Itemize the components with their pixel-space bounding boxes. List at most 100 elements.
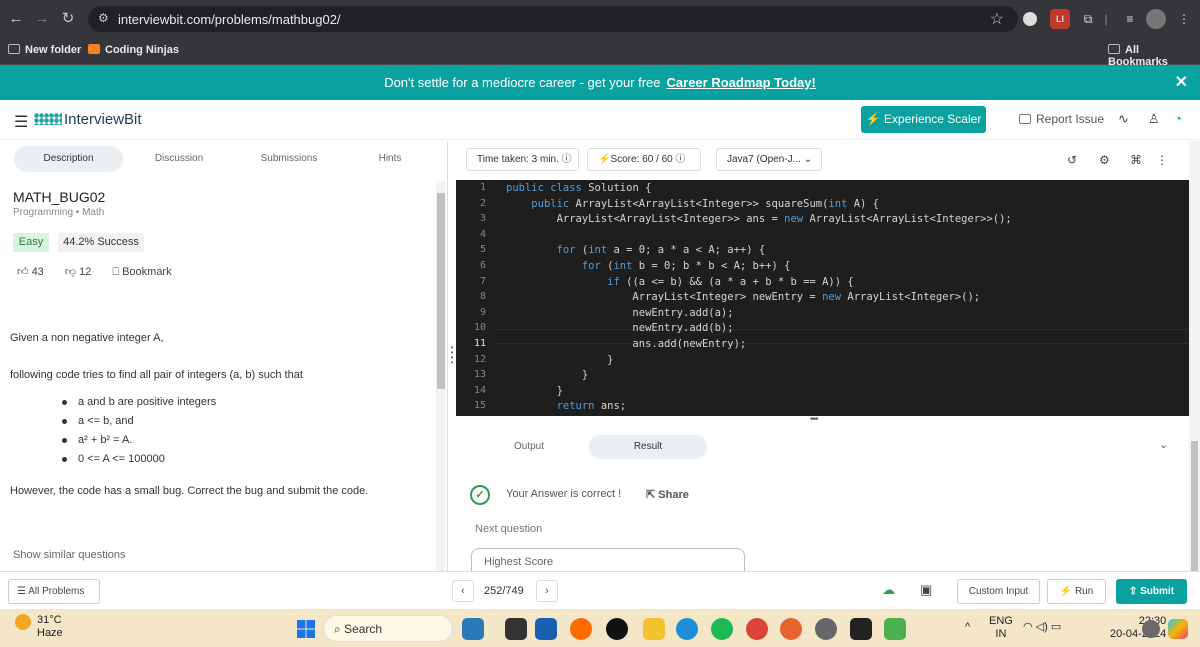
- like-button[interactable]: 👍︎ 43: [17, 266, 44, 278]
- spotify-icon[interactable]: [711, 618, 733, 640]
- scrollbar-thumb[interactable]: [1191, 441, 1198, 581]
- console-icon[interactable]: ▣: [920, 582, 932, 598]
- notification-icon[interactable]: ◔: [1174, 111, 1182, 126]
- editor-toolbar: Time taken: 3 min. ⓘ ⚡Score: 60 / 60 ⓘ J…: [456, 141, 1200, 180]
- all-problems-button[interactable]: ☰ All Problems: [8, 579, 100, 604]
- intellij-icon[interactable]: [850, 618, 872, 640]
- list-item: a <= b, and: [62, 412, 216, 431]
- code-line[interactable]: ArrayList<Integer> newEntry = new ArrayL…: [506, 291, 980, 303]
- more-options-icon[interactable]: ⋮: [1156, 153, 1168, 167]
- code-line[interactable]: for (int b = 0; b * b < A; b++) {: [506, 260, 791, 272]
- address-bar[interactable]: ⚙ interviewbit.com/problems/mathbug02/ ☆: [88, 6, 1018, 32]
- tab-result[interactable]: Result: [589, 435, 707, 459]
- bookmark-star-icon[interactable]: ☆: [990, 9, 1004, 29]
- app-orange-icon[interactable]: [780, 618, 802, 640]
- app-teams-icon[interactable]: [535, 618, 557, 640]
- file-explorer-icon[interactable]: [643, 618, 665, 640]
- notification-bell-icon[interactable]: [1142, 620, 1160, 638]
- site-info-icon[interactable]: ⚙: [98, 11, 109, 25]
- code-line[interactable]: if ((a <= b) && (a * a + b * b == A)) {: [506, 276, 854, 288]
- edge-browser-icon[interactable]: [676, 618, 698, 640]
- previous-problem-button[interactable]: ‹: [452, 580, 474, 602]
- line-number: 12: [473, 353, 486, 365]
- collapse-chevron-icon[interactable]: ⌄: [1159, 438, 1168, 451]
- right-scrollbar[interactable]: [1189, 141, 1200, 581]
- extension-li-icon[interactable]: LI: [1050, 9, 1070, 29]
- wifi-volume-battery-icons[interactable]: ◠ ◁) ▭: [1023, 621, 1061, 634]
- url-bar-row: ← → ↻ ⚙ interviewbit.com/problems/mathbu…: [0, 0, 1200, 38]
- forward-icon[interactable]: →: [32, 9, 52, 29]
- left-scrollbar[interactable]: [436, 181, 446, 571]
- back-icon[interactable]: ←: [6, 9, 26, 29]
- career-roadmap-link[interactable]: Career Roadmap Today!: [667, 75, 816, 90]
- submit-button[interactable]: ⇧ Submit: [1116, 579, 1187, 604]
- close-icon[interactable]: ✕: [1175, 65, 1188, 100]
- reset-code-icon[interactable]: ↺: [1067, 153, 1077, 167]
- next-problem-button[interactable]: ›: [536, 580, 558, 602]
- experience-scaler-button[interactable]: ⚡ Experience Scaler: [861, 106, 986, 133]
- windows-start-icon[interactable]: [297, 620, 315, 638]
- share-button[interactable]: ⇱ Share: [646, 488, 689, 501]
- list-item: 0 <= A <= 100000: [62, 450, 216, 469]
- settings-gear-icon[interactable]: ⚙: [1099, 153, 1110, 167]
- app-dell-icon[interactable]: [606, 618, 628, 640]
- cloud-sync-icon[interactable]: ☁: [882, 582, 895, 598]
- app-zoom-icon[interactable]: [570, 618, 592, 640]
- run-button[interactable]: ⚡ Run: [1047, 579, 1106, 604]
- code-line[interactable]: return ans;: [506, 400, 627, 412]
- site-header: ☰ InterviewBit ⚡ Experience Scaler Repor…: [0, 100, 1200, 140]
- scrollbar-thumb[interactable]: [437, 193, 445, 389]
- user-icon[interactable]: ♙: [1148, 111, 1160, 127]
- weather-widget[interactable]: 31°C Haze: [15, 614, 63, 640]
- copilot-icon[interactable]: [1168, 619, 1188, 639]
- code-editor[interactable]: 12345678910111213141516 public class Sol…: [456, 180, 1189, 416]
- custom-input-button[interactable]: Custom Input: [957, 579, 1040, 604]
- line-number: 6: [479, 260, 486, 271]
- bookmark-new-folder[interactable]: New folder: [8, 44, 81, 56]
- code-line[interactable]: }: [506, 385, 563, 397]
- code-keyword: new: [822, 291, 842, 304]
- code-line[interactable]: }: [506, 369, 588, 381]
- panel-resize-handle[interactable]: • • • •: [448, 344, 456, 369]
- app-terminal-icon[interactable]: [505, 618, 527, 640]
- tab-description[interactable]: Description: [14, 146, 123, 172]
- code-line[interactable]: newEntry.add(a);: [506, 307, 733, 319]
- line-number: 15: [473, 400, 486, 412]
- menu-kebab-icon[interactable]: ⋮: [1174, 9, 1194, 29]
- settings-icon[interactable]: [815, 618, 837, 640]
- app-bird-icon[interactable]: [462, 618, 484, 640]
- taskbar-search[interactable]: ⌕ Search: [323, 615, 453, 642]
- tab-hints[interactable]: Hints: [350, 146, 430, 172]
- line-number: 2: [479, 197, 486, 209]
- chevron-left-icon: ‹: [461, 585, 465, 597]
- show-similar-questions[interactable]: Show similar questions: [13, 549, 126, 561]
- report-issue-link[interactable]: Report Issue: [1019, 112, 1104, 126]
- reading-list-icon[interactable]: ≡: [1120, 9, 1140, 29]
- code-line[interactable]: ArrayList<ArrayList<Integer>> ans = new …: [506, 213, 1012, 225]
- code-line[interactable]: public ArrayList<ArrayList<Integer>> squ…: [506, 198, 879, 210]
- hamburger-menu-icon[interactable]: ☰: [14, 112, 28, 132]
- tab-output[interactable]: Output: [484, 435, 574, 459]
- code-line[interactable]: for (int a = 0; a * a < A; a++) {: [506, 244, 766, 256]
- code-line[interactable]: newEntry.add(b);: [506, 322, 733, 334]
- code-line[interactable]: }: [506, 354, 613, 366]
- extensions-puzzle-icon[interactable]: ⧉: [1078, 9, 1098, 29]
- code-line[interactable]: public class Solution {: [506, 182, 651, 194]
- language-select[interactable]: Java7 (Open-J... ⌄: [716, 148, 822, 171]
- app-green-icon[interactable]: [884, 618, 906, 640]
- chevron-up-icon[interactable]: ^: [965, 621, 970, 634]
- chrome-icon[interactable]: [746, 618, 768, 640]
- bookmark-coding-ninjas[interactable]: Coding Ninjas: [88, 44, 179, 56]
- activity-icon[interactable]: ∿: [1118, 111, 1129, 127]
- editor-resize-handle[interactable]: •••: [810, 414, 818, 425]
- interviewbit-logo[interactable]: InterviewBit: [34, 111, 142, 128]
- dislike-button[interactable]: 👎︎ 12: [65, 266, 91, 278]
- shortcut-command-icon[interactable]: ⌘: [1130, 153, 1142, 167]
- reload-icon[interactable]: ↻: [58, 9, 78, 29]
- tab-discussion[interactable]: Discussion: [130, 146, 228, 172]
- code-line[interactable]: ans.add(newEntry);: [506, 338, 746, 350]
- tab-submissions[interactable]: Submissions: [240, 146, 338, 172]
- profile-avatar-icon[interactable]: [1146, 9, 1166, 29]
- extension-icon[interactable]: [1023, 12, 1037, 26]
- bookmark-button[interactable]: ⎕ Bookmark: [112, 266, 171, 278]
